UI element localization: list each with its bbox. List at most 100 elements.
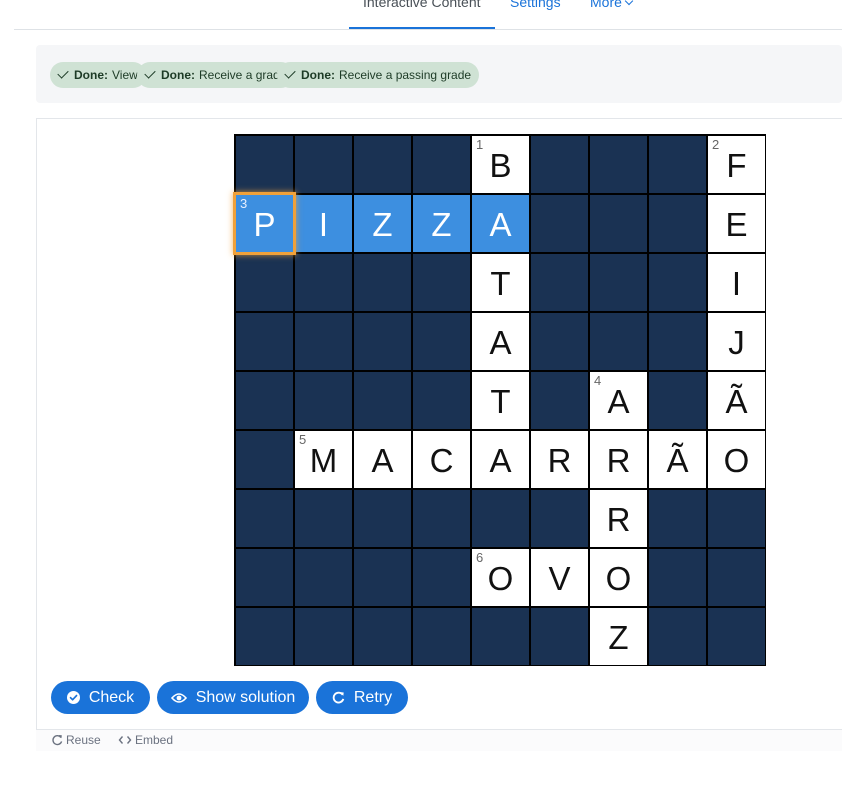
- crossword-cell[interactable]: A: [354, 431, 411, 488]
- crossword-block: [649, 136, 706, 193]
- crossword-block: [649, 195, 706, 252]
- crossword-block: [531, 195, 588, 252]
- cell-letter: P: [253, 205, 276, 243]
- crossword-block: [354, 608, 411, 665]
- crossword-block: [413, 490, 470, 547]
- crossword-block: [354, 549, 411, 606]
- cell-letter: Z: [431, 205, 452, 243]
- crossword-cell[interactable]: Z: [590, 608, 647, 665]
- cell-letter: M: [309, 441, 338, 479]
- crossword-cell[interactable]: R: [590, 431, 647, 488]
- check-circle-icon: [66, 691, 80, 704]
- crossword-cell[interactable]: I: [708, 254, 765, 311]
- badge-label: View: [112, 68, 138, 82]
- badge-label: Receive a grade: [199, 68, 287, 82]
- crossword-cell[interactable]: R: [590, 490, 647, 547]
- crossword-block: [531, 136, 588, 193]
- badge-status: Done:: [74, 68, 108, 82]
- embed-link[interactable]: Embed: [118, 733, 173, 747]
- crossword-cell[interactable]: O: [708, 431, 765, 488]
- crossword-cell[interactable]: Ã: [649, 431, 706, 488]
- cell-letter: Z: [608, 618, 629, 656]
- cell-letter: T: [490, 382, 511, 420]
- cell-letter: I: [318, 205, 329, 243]
- crossword-cell[interactable]: J: [708, 313, 765, 370]
- cell-letter: R: [547, 441, 572, 479]
- cell-letter: R: [606, 441, 631, 479]
- crossword-block: [354, 372, 411, 429]
- refresh-icon: [52, 735, 63, 746]
- crossword-cell[interactable]: 6O: [472, 549, 529, 606]
- code-icon: [118, 736, 132, 744]
- retry-button[interactable]: Retry: [316, 681, 408, 714]
- crossword-cell[interactable]: R: [531, 431, 588, 488]
- crossword-cell[interactable]: 4A: [590, 372, 647, 429]
- crossword-block: [708, 608, 765, 665]
- tab-settings[interactable]: Settings: [510, 0, 561, 12]
- tab-interactive-content[interactable]: Interactive Content: [363, 0, 481, 12]
- crossword-cell[interactable]: 2F: [708, 136, 765, 193]
- crossword-block: [708, 490, 765, 547]
- cell-letter: O: [605, 559, 632, 597]
- nav-divider: [14, 29, 842, 30]
- crossword-cell[interactable]: A: [472, 195, 529, 252]
- cell-letter: A: [371, 441, 394, 479]
- check-button[interactable]: Check: [51, 681, 150, 714]
- crossword-cell[interactable]: A: [472, 313, 529, 370]
- badge-receive-grade: Done: Receive a grade: [137, 62, 295, 88]
- crossword-cell[interactable]: T: [472, 372, 529, 429]
- crossword-block: [590, 136, 647, 193]
- crossword-block: [236, 372, 293, 429]
- cell-letter: O: [487, 559, 514, 597]
- crossword-block: [413, 313, 470, 370]
- badge-status: Done:: [161, 68, 195, 82]
- crossword-cell[interactable]: I: [295, 195, 352, 252]
- reuse-link[interactable]: Reuse: [51, 733, 101, 747]
- crossword-block: [236, 608, 293, 665]
- crossword-block: [649, 549, 706, 606]
- cell-letter: A: [489, 205, 512, 243]
- crossword-block: [295, 313, 352, 370]
- cell-letter: R: [606, 500, 631, 538]
- crossword-block: [354, 254, 411, 311]
- crossword-cell[interactable]: Ã: [708, 372, 765, 429]
- crossword-cell[interactable]: C: [413, 431, 470, 488]
- chevron-down-icon: [624, 0, 634, 6]
- crossword-cell[interactable]: T: [472, 254, 529, 311]
- tab-more[interactable]: More: [590, 0, 634, 12]
- crossword-block: [295, 490, 352, 547]
- crossword-block: [531, 490, 588, 547]
- crossword-cell[interactable]: A: [472, 431, 529, 488]
- cell-letter: B: [489, 146, 512, 184]
- retry-icon: [332, 691, 345, 704]
- check-icon: [144, 67, 156, 79]
- tab-more-label: More: [590, 0, 622, 10]
- crossword-block: [354, 490, 411, 547]
- badge-status: Done:: [301, 68, 335, 82]
- crossword-cell[interactable]: Z: [413, 195, 470, 252]
- crossword-cell[interactable]: Z: [354, 195, 411, 252]
- content-footer: Reuse Embed: [36, 729, 842, 751]
- cell-letter: Ã: [725, 382, 748, 420]
- cell-letter: A: [489, 441, 512, 479]
- crossword-block: [354, 313, 411, 370]
- crossword-block: [295, 254, 352, 311]
- crossword-cell[interactable]: 3P: [236, 195, 293, 252]
- crossword-grid: 1B2F3PIZZAETIAJT4AÃ5MACARRÃOR6OVOZ: [234, 134, 766, 666]
- crossword-block: [236, 431, 293, 488]
- show-solution-button-label: Show solution: [195, 688, 296, 706]
- crossword-cell[interactable]: O: [590, 549, 647, 606]
- crossword-block: [413, 608, 470, 665]
- show-solution-button[interactable]: Show solution: [157, 681, 309, 714]
- crossword-cell[interactable]: 5M: [295, 431, 352, 488]
- cell-letter: A: [607, 382, 630, 420]
- crossword-block: [413, 254, 470, 311]
- crossword-cell[interactable]: E: [708, 195, 765, 252]
- crossword-block: [649, 313, 706, 370]
- badge-view: Done: View: [50, 62, 146, 88]
- crossword-block: [413, 136, 470, 193]
- crossword-cell[interactable]: 1B: [472, 136, 529, 193]
- crossword-cell[interactable]: V: [531, 549, 588, 606]
- crossword-block: [295, 136, 352, 193]
- cell-letter: Ã: [666, 441, 689, 479]
